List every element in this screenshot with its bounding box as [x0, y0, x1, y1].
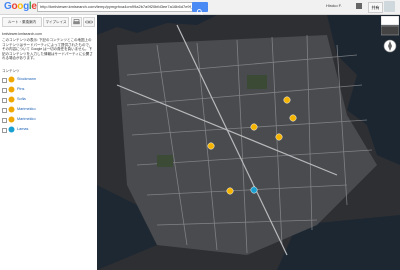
directions-button[interactable]: ルート・乗換案内: [2, 17, 42, 27]
print-button[interactable]: [71, 17, 82, 27]
category-checkbox[interactable]: [2, 128, 7, 133]
map-controls: [380, 15, 400, 60]
content-description: このコンテンツの表示: 下記のコンテンツとこの地図上のコンテンツはサードパーティ…: [2, 38, 93, 61]
category-checkbox[interactable]: [2, 108, 7, 113]
map-pin-icon: [8, 86, 15, 93]
contents-heading: コンテンツ: [2, 69, 20, 73]
share-button[interactable]: 共有: [368, 2, 383, 13]
print-icon: [73, 19, 80, 25]
link-icon: [85, 20, 93, 24]
satellite-map[interactable]: [97, 15, 400, 270]
category-label[interactable]: Pins: [17, 87, 24, 91]
top-bar: Google http://kmlviewer.kmlsearch.com/te…: [0, 0, 400, 15]
category-label[interactable]: Stockmann: [17, 77, 36, 81]
category-checkbox[interactable]: [2, 118, 7, 123]
category-checkbox[interactable]: [2, 98, 7, 103]
map-pin-icon: [8, 96, 15, 103]
category-label[interactable]: Sofia: [17, 97, 26, 101]
map-pin-icon: [8, 126, 15, 133]
search-input[interactable]: http://kmlviewer.kmlsearch.com/temp/pymg…: [37, 2, 193, 12]
google-logo[interactable]: Google: [4, 1, 37, 12]
source-link[interactable]: kmlviewer.kmlsearch.com: [2, 32, 42, 36]
avatar[interactable]: [384, 1, 395, 12]
my-places-button[interactable]: マイプレイス: [43, 17, 69, 27]
map-imagery: [97, 15, 400, 270]
map-nav-control[interactable]: [380, 15, 400, 60]
category-label[interactable]: Marimekko: [17, 107, 36, 111]
map-toolbar: ルート・乗換案内 マイプレイス: [0, 15, 96, 27]
link-button[interactable]: [83, 17, 95, 27]
category-checkbox[interactable]: [2, 78, 7, 83]
search-button[interactable]: [192, 2, 208, 15]
category-checkbox[interactable]: [2, 88, 7, 93]
category-label[interactable]: Marimekko: [17, 117, 36, 121]
apps-grid-icon[interactable]: [356, 3, 362, 9]
category-label[interactable]: Lamas: [17, 127, 28, 131]
map-pin-icon: [8, 116, 15, 123]
map-pin-icon: [8, 76, 15, 83]
map-pin-icon: [8, 106, 15, 113]
user-name[interactable]: Hiroko F.: [326, 3, 342, 8]
side-panel: kmlviewer.kmlsearch.com このコンテンツの表示: 下記のコ…: [0, 28, 96, 270]
